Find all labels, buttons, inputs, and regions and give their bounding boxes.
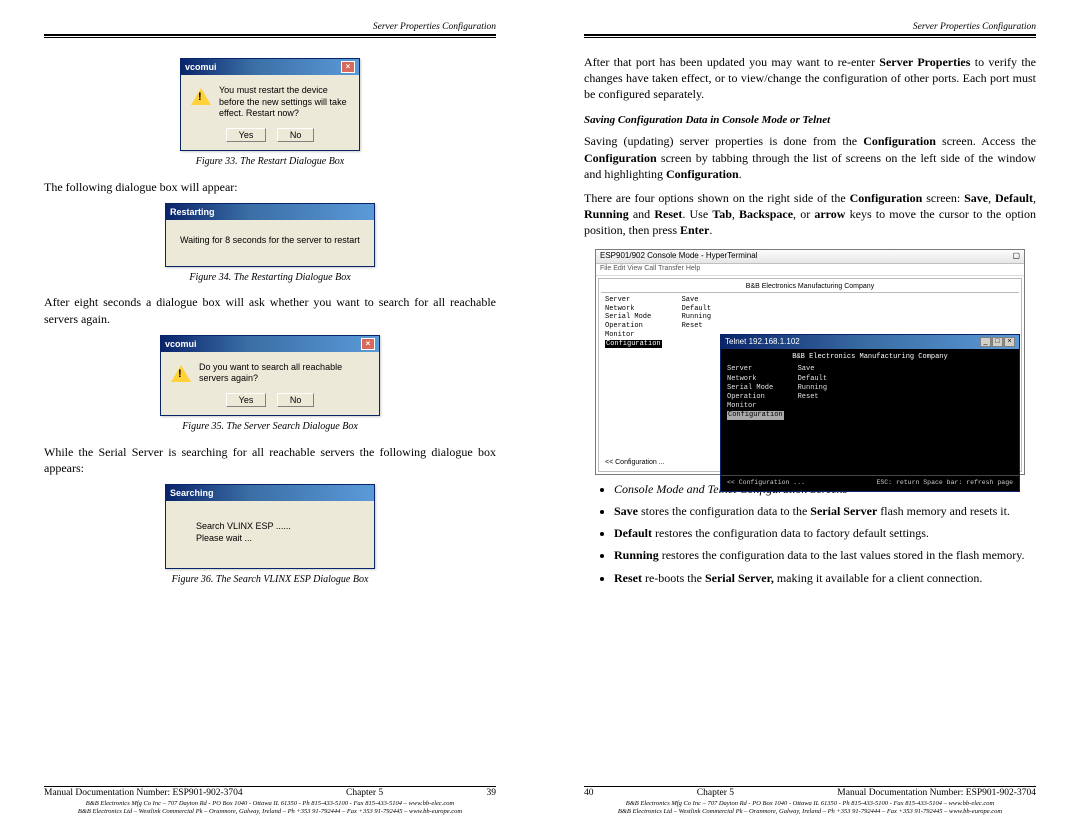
searching-titlebar: Searching <box>166 485 374 501</box>
search-dialog-titlebar: vcomui × <box>161 336 379 352</box>
footer-docnum: Manual Documentation Number: ESP901-902-… <box>837 788 1036 798</box>
footer-chapter: Chapter 5 <box>697 788 734 798</box>
footer-fine2: B&B Electronics Ltd – Westlink Commercia… <box>584 808 1036 816</box>
footer-fine1: B&B Electronics Mfg Co Inc – 707 Dayton … <box>584 800 1036 808</box>
paragraph: After that port has been updated you may… <box>584 54 1036 103</box>
fig36-caption: Figure 36. The Search VLINX ESP Dialogue… <box>44 573 496 587</box>
restart-dialog-titlebar: vcomui × <box>181 59 359 75</box>
searching-dialog: Searching Search VLINX ESP ...... Please… <box>165 484 375 569</box>
footer-page: 40 <box>584 788 594 798</box>
body-right: After that port has been updated you may… <box>584 50 1036 782</box>
list-item: Reset re-boots the Serial Server, making… <box>614 570 1036 586</box>
winctrls-icon: ▢ <box>1012 251 1020 262</box>
close-icon[interactable]: × <box>341 61 355 73</box>
restarting-title: Restarting <box>170 206 215 218</box>
paragraph: After eight seconds a dialogue box will … <box>44 294 496 326</box>
footer-fine2: B&B Electronics Ltd – Westlink Commercia… <box>44 808 496 816</box>
restart-dialog: vcomui × You must restart the device bef… <box>180 58 360 151</box>
window-controls-icon[interactable]: _□× <box>980 337 1015 348</box>
console-menu: File Edit View Call Transfer Help <box>596 264 1024 276</box>
paragraph: The following dialogue box will appear: <box>44 179 496 195</box>
footer-right: 40 Chapter 5 Manual Documentation Number… <box>584 786 1036 816</box>
footer-docnum: Manual Documentation Number: ESP901-902-… <box>44 788 243 798</box>
telnet-right-col: Save Default Running Reset <box>798 365 827 420</box>
yes-button[interactable]: Yes <box>226 128 267 142</box>
console-left-col: Server Network Serial Mode Operation Mon… <box>605 296 662 349</box>
footer-page: 39 <box>486 788 496 798</box>
telnet-window: Telnet 192.168.1.102 _□× B&B Electronics… <box>720 334 1020 493</box>
searching-line1: Search VLINX ESP ...... <box>196 521 364 533</box>
yes-button[interactable]: Yes <box>226 393 267 407</box>
list-item: Save stores the configuration data to th… <box>614 503 1036 519</box>
section-heading: Saving Configuration Data in Console Mod… <box>584 113 1036 128</box>
body-left: vcomui × You must restart the device bef… <box>44 50 496 782</box>
restarting-titlebar: Restarting <box>166 204 374 220</box>
page-left: Server Properties Configuration vcomui ×… <box>0 0 540 834</box>
restarting-message: Waiting for 8 seconds for the server to … <box>166 220 374 266</box>
paragraph: There are four options shown on the righ… <box>584 190 1036 239</box>
searching-title: Searching <box>170 487 214 499</box>
search-dialog: vcomui × Do you want to search all reach… <box>160 335 380 416</box>
list-item: Default restores the configuration data … <box>614 525 1036 541</box>
telnet-company: B&B Electronics Manufacturing Company <box>727 353 1013 362</box>
searching-line2: Please wait ... <box>196 533 364 545</box>
restart-dialog-title: vcomui <box>185 61 217 73</box>
telnet-footer-left: << Configuration ... <box>727 479 805 488</box>
telnet-footer-right: ESC: return Space bar: refresh page <box>876 479 1013 488</box>
fig35-caption: Figure 35. The Server Search Dialogue Bo… <box>44 420 496 434</box>
close-icon[interactable]: × <box>361 338 375 350</box>
restart-dialog-message: You must restart the device before the n… <box>219 85 349 120</box>
no-button[interactable]: No <box>277 393 315 407</box>
paragraph: While the Serial Server is searching for… <box>44 444 496 476</box>
fig33-caption: Figure 33. The Restart Dialogue Box <box>44 155 496 169</box>
rule-top-left <box>44 34 496 38</box>
console-screenshot: ESP901/902 Console Mode - HyperTerminal … <box>595 249 1025 475</box>
telnet-title: Telnet 192.168.1.102 <box>725 337 800 348</box>
telnet-left-col: Server Network Serial Mode Operation Mon… <box>727 365 784 420</box>
warning-icon <box>171 364 191 382</box>
console-window-title: ESP901/902 Console Mode - HyperTerminal <box>600 251 757 262</box>
no-button[interactable]: No <box>277 128 315 142</box>
search-dialog-title: vcomui <box>165 338 197 350</box>
footer-left: Manual Documentation Number: ESP901-902-… <box>44 786 496 816</box>
restarting-dialog: Restarting Waiting for 8 seconds for the… <box>165 203 375 267</box>
rule-top-right <box>584 34 1036 38</box>
warning-icon <box>191 87 211 105</box>
footer-chapter: Chapter 5 <box>346 788 383 798</box>
paragraph: Saving (updating) server properties is d… <box>584 133 1036 182</box>
bullet-list: Console Mode and Telnet Configuration Sc… <box>584 481 1036 586</box>
console-company: B&B Electronics Manufacturing Company <box>601 281 1019 293</box>
page-header-left: Server Properties Configuration <box>44 22 496 32</box>
page-header-right: Server Properties Configuration <box>584 22 1036 32</box>
console-right-col: Save Default Running Reset <box>682 296 711 349</box>
footer-fine1: B&B Electronics Mfg Co Inc – 707 Dayton … <box>44 800 496 808</box>
fig34-caption: Figure 34. The Restarting Dialogue Box <box>44 271 496 285</box>
page-right: Server Properties Configuration After th… <box>540 0 1080 834</box>
list-item: Running restores the configuration data … <box>614 547 1036 563</box>
search-dialog-message: Do you want to search all reachable serv… <box>199 362 369 385</box>
